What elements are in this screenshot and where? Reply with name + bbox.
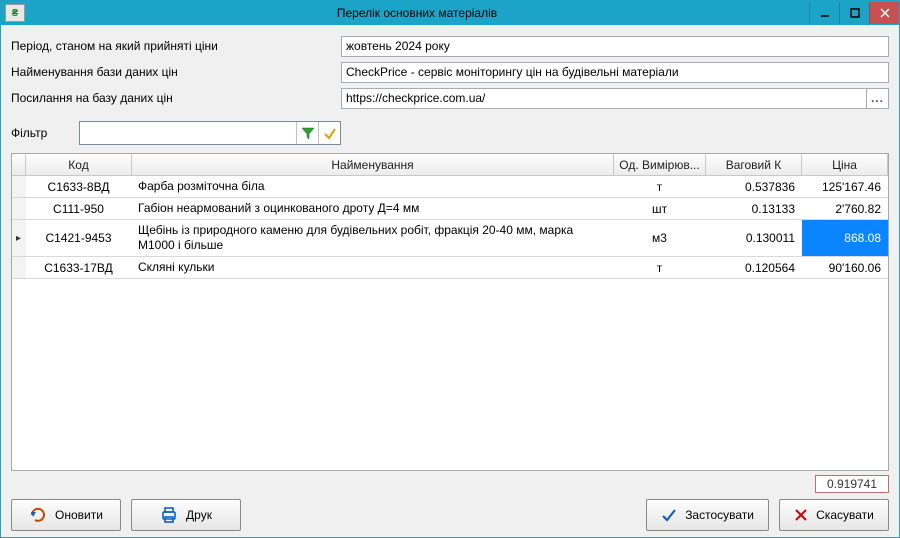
print-label: Друк (186, 508, 212, 522)
cell-price: 125'167.46 (802, 176, 888, 197)
filter-label: Фільтр (11, 126, 79, 140)
cell-code: С1633-17ВД (26, 257, 132, 278)
row-indicator (12, 220, 26, 256)
check-icon (323, 126, 337, 140)
cell-name: Щебінь із природного каменю для будівель… (132, 220, 614, 256)
cross-icon (794, 508, 808, 522)
titlebar: ₴ Перелік основних матеріалів (1, 1, 899, 25)
cell-unit: т (614, 257, 706, 278)
maximize-button[interactable] (839, 2, 869, 24)
cell-unit: м3 (614, 220, 706, 256)
link-label: Посилання на базу даних цін (11, 91, 341, 105)
cancel-label: Скасувати (816, 508, 874, 522)
apply-button[interactable]: Застосувати (646, 499, 769, 531)
row-indicator (12, 198, 26, 219)
cell-price: 90'160.06 (802, 257, 888, 278)
cell-code: С111-950 (26, 198, 132, 219)
refresh-label: Оновити (55, 508, 103, 522)
cell-unit: шт (614, 198, 706, 219)
grid-body: С1633-8ВДФарба розміточна білат0.5378361… (12, 176, 888, 470)
check-icon (661, 507, 677, 523)
period-input[interactable] (341, 36, 889, 57)
header-indicator (12, 154, 26, 175)
cell-price: 868.08 (802, 220, 888, 256)
row-indicator (12, 257, 26, 278)
cell-weight: 0.130011 (706, 220, 802, 256)
header-unit[interactable]: Од. Вимірюв... (614, 154, 706, 175)
link-browse-button[interactable]: ... (866, 88, 889, 109)
content-area: Період, станом на який прийняті ціни Най… (1, 25, 899, 537)
header-weight[interactable]: Ваговий К (706, 154, 802, 175)
print-button[interactable]: Друк (131, 499, 241, 531)
refresh-icon (29, 506, 47, 524)
close-button[interactable] (869, 2, 899, 24)
cell-weight: 0.120564 (706, 257, 802, 278)
cell-code: С1421-9453 (26, 220, 132, 256)
filter-input[interactable] (80, 122, 296, 144)
app-window: ₴ Перелік основних матеріалів Період, ст… (0, 0, 900, 538)
dbname-input[interactable] (341, 62, 889, 83)
refresh-button[interactable]: Оновити (11, 499, 121, 531)
cell-weight: 0.13133 (706, 198, 802, 219)
grid-header: Код Найменування Од. Вимірюв... Ваговий … (12, 154, 888, 176)
app-icon: ₴ (5, 4, 25, 22)
window-title: Перелік основних матеріалів (25, 6, 809, 20)
cell-name: Фарба розміточна біла (132, 176, 614, 197)
table-row[interactable]: С111-950Габіон неармований з оцинкованог… (12, 198, 888, 220)
cell-unit: т (614, 176, 706, 197)
apply-label: Застосувати (685, 508, 754, 522)
button-bar: Оновити Друк Застосувати Скасувати (11, 499, 889, 531)
cell-weight: 0.537836 (706, 176, 802, 197)
cell-name: Скляні кульки (132, 257, 614, 278)
cell-name: Габіон неармований з оцинкованого дроту … (132, 198, 614, 219)
funnel-icon (301, 126, 315, 140)
filter-apply-button[interactable] (296, 122, 318, 144)
cancel-button[interactable]: Скасувати (779, 499, 889, 531)
link-input[interactable] (341, 88, 866, 109)
materials-grid: Код Найменування Од. Вимірюв... Ваговий … (11, 153, 889, 471)
table-row[interactable]: С1421-9453Щебінь із природного каменю дл… (12, 220, 888, 257)
table-row[interactable]: С1633-17ВДСкляні кулькит0.12056490'160.0… (12, 257, 888, 279)
header-name[interactable]: Найменування (132, 154, 614, 175)
printer-icon (160, 506, 178, 524)
footer-total-row: 0.919741 (11, 475, 889, 493)
minimize-button[interactable] (809, 2, 839, 24)
table-row[interactable]: С1633-8ВДФарба розміточна білат0.5378361… (12, 176, 888, 198)
cell-code: С1633-8ВД (26, 176, 132, 197)
cell-price: 2'760.82 (802, 198, 888, 219)
period-label: Період, станом на який прийняті ціни (11, 39, 341, 53)
header-price[interactable]: Ціна (802, 154, 888, 175)
total-value: 0.919741 (815, 475, 889, 493)
dbname-label: Найменування бази даних цін (11, 65, 341, 79)
row-indicator (12, 176, 26, 197)
filter-clear-button[interactable] (318, 122, 340, 144)
header-code[interactable]: Код (26, 154, 132, 175)
